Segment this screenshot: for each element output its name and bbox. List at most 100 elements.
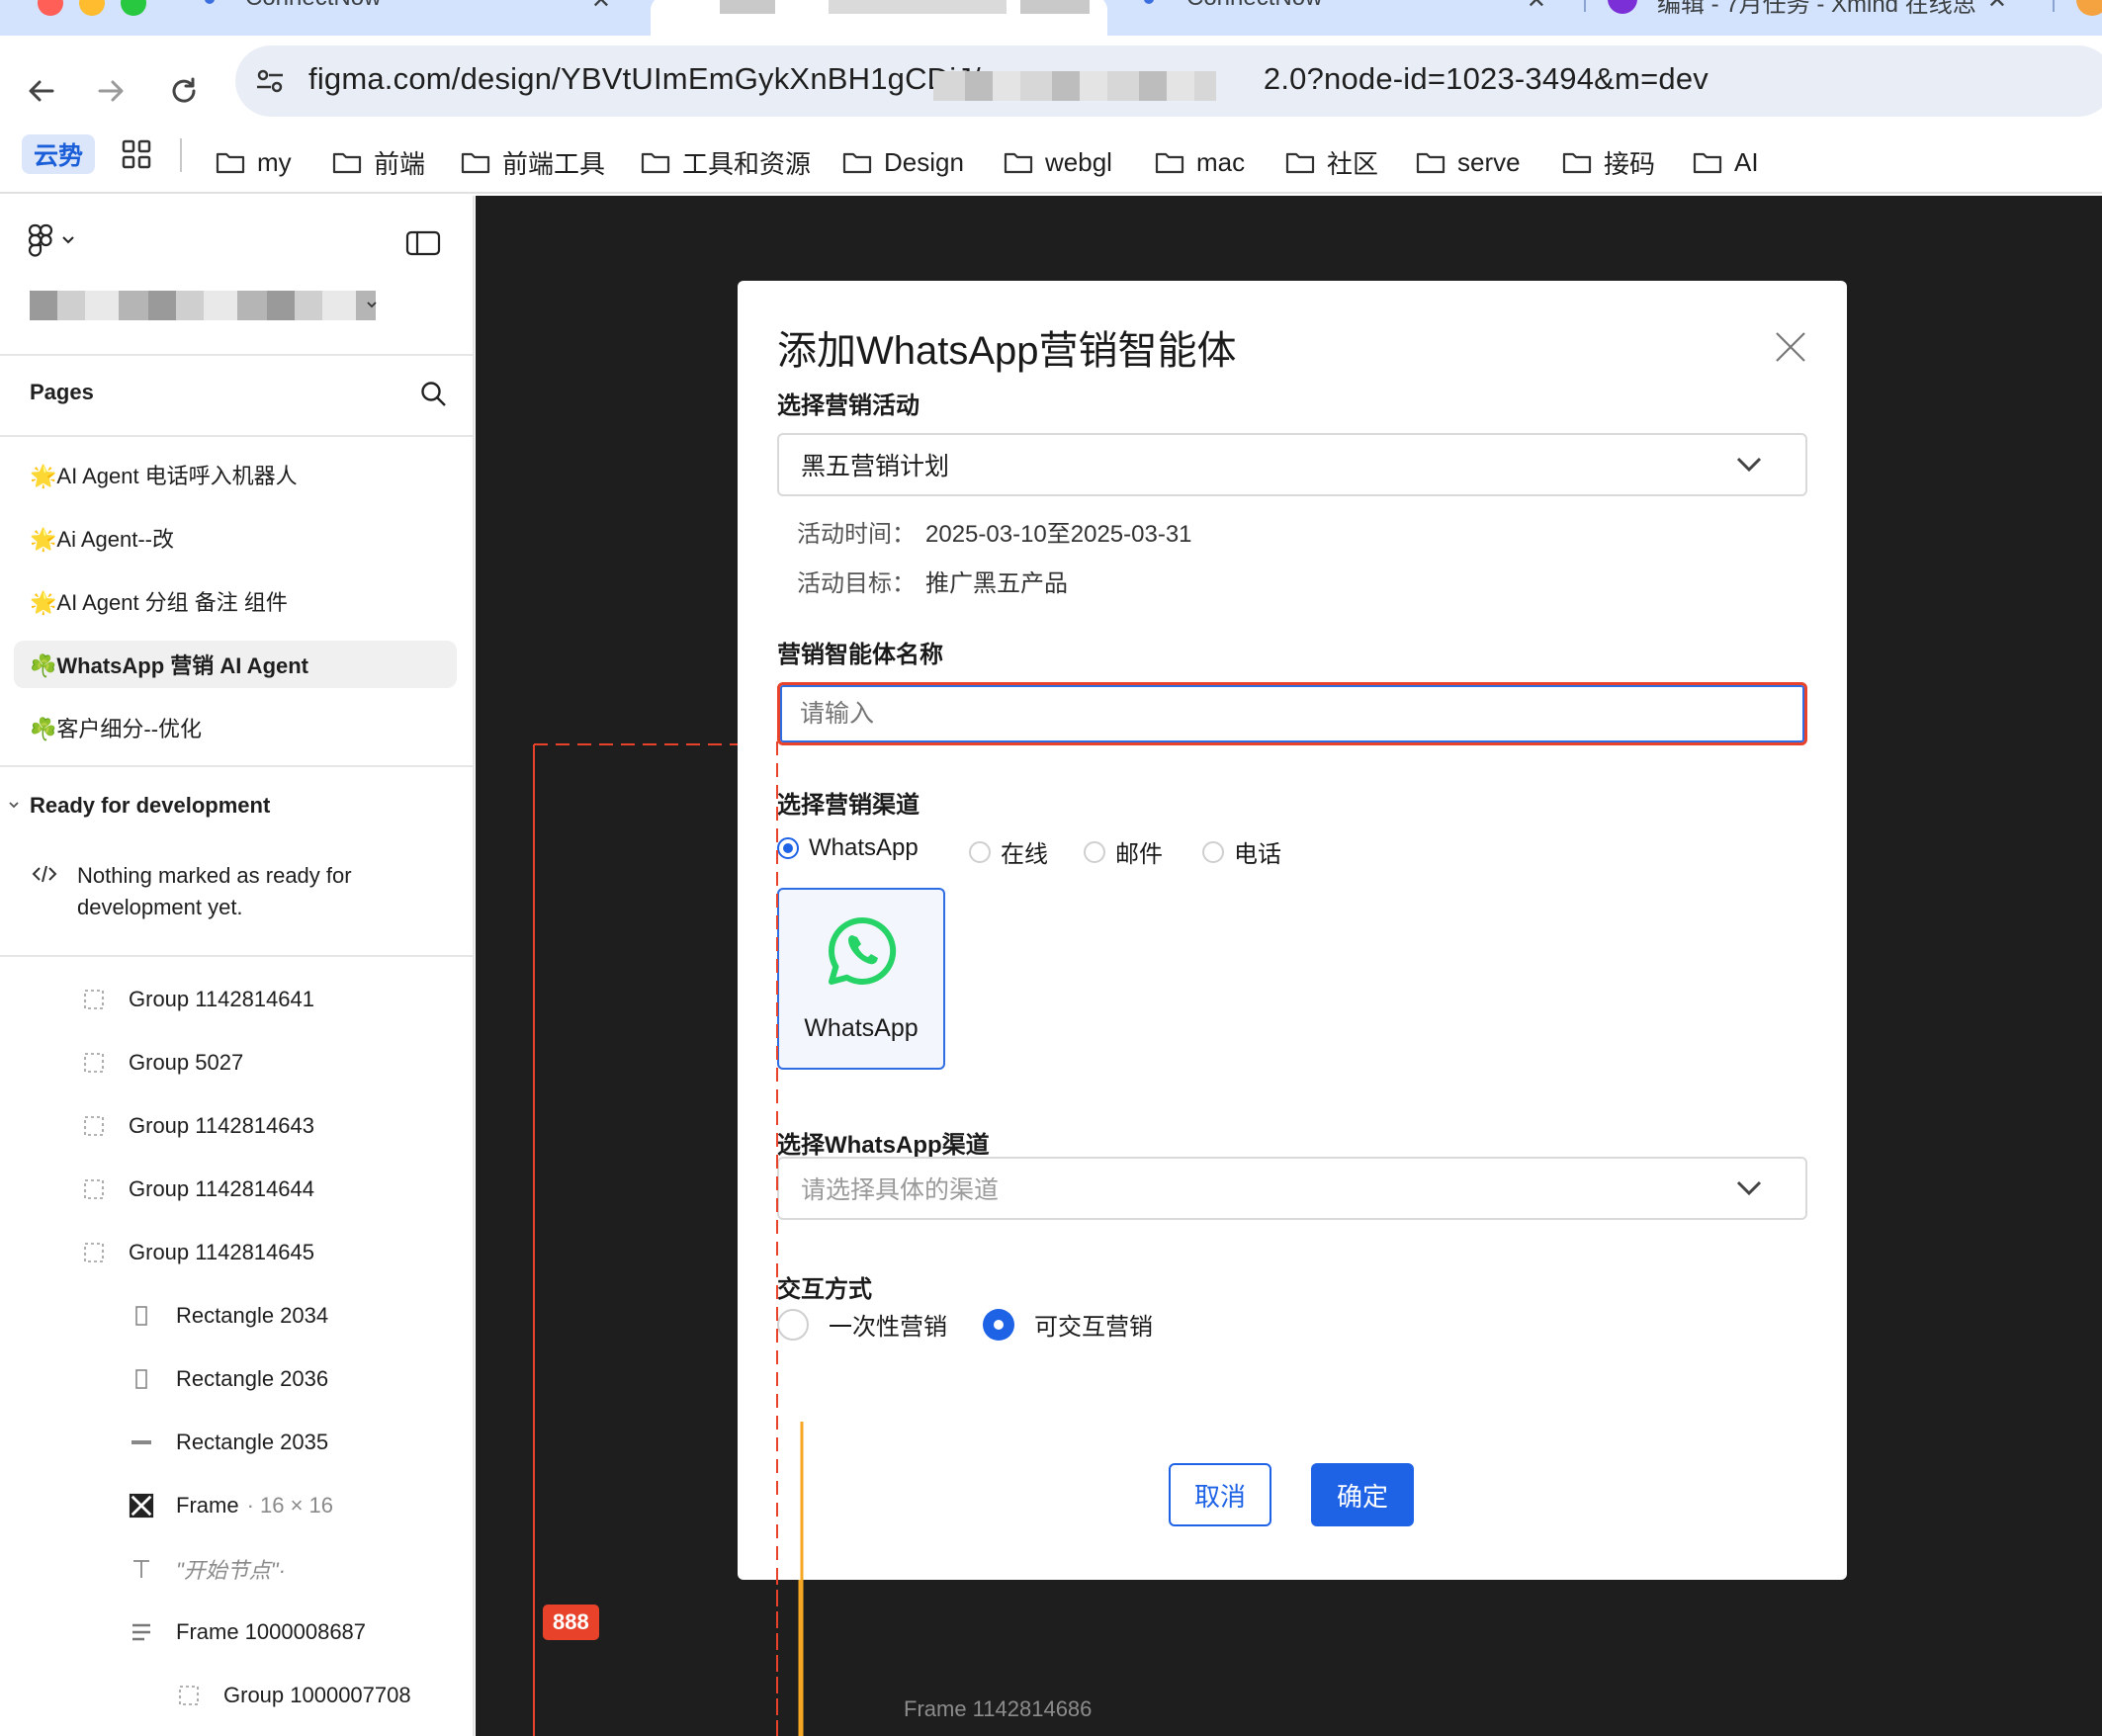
layer-item[interactable]: Group 1000007708 bbox=[176, 1674, 411, 1717]
bookmark-folder[interactable]: Design bbox=[842, 138, 964, 186]
radio-label: 邮件 bbox=[1115, 841, 1163, 868]
modal-close-button[interactable] bbox=[1774, 330, 1807, 364]
bookmark-folder[interactable]: 前端工具 bbox=[461, 138, 605, 186]
radio-button[interactable] bbox=[983, 1308, 1014, 1341]
agent-name-input[interactable] bbox=[777, 682, 1807, 745]
browser-tab[interactable]: ConnectNow ✕ bbox=[1111, 0, 1570, 36]
reload-button[interactable] bbox=[156, 63, 212, 119]
measurement-overlay bbox=[800, 1422, 804, 1736]
layer-item[interactable]: Group 1142814641 bbox=[81, 978, 314, 1021]
figma-favicon-icon bbox=[672, 0, 692, 10]
folder-icon bbox=[216, 150, 245, 174]
bookmark-folder[interactable]: my bbox=[216, 138, 292, 186]
bookmark-folder[interactable]: AI bbox=[1693, 138, 1759, 186]
layer-item[interactable]: Group 1142814645 bbox=[81, 1231, 314, 1274]
figma-menu-button[interactable] bbox=[28, 223, 87, 257]
layer-name: Frame 1000008687 bbox=[176, 1619, 367, 1644]
activity-goal: 活动目标： 推广黑五产品 bbox=[797, 564, 1068, 598]
folder-icon bbox=[842, 150, 872, 174]
channel-radio-option[interactable]: 在线 bbox=[969, 834, 1048, 869]
site-settings-icon[interactable] bbox=[253, 63, 289, 99]
redacted-url-segment bbox=[933, 71, 1216, 101]
tab-close-icon[interactable]: ✕ bbox=[591, 0, 611, 15]
page-item[interactable]: 智能质检 - 加分学 bbox=[14, 437, 457, 447]
bookmark-app-yunshi[interactable]: 云势 bbox=[22, 134, 96, 174]
layer-name: Group 1142814643 bbox=[129, 1113, 314, 1138]
profile-avatar[interactable] bbox=[2076, 0, 2102, 16]
radio-button[interactable] bbox=[969, 840, 991, 863]
layer-item[interactable]: Rectangle 2036 bbox=[129, 1357, 328, 1401]
bookmark-folder[interactable]: 工具和资源 bbox=[641, 138, 811, 186]
bookmark-folder[interactable]: 接码 bbox=[1562, 138, 1655, 186]
layer-item[interactable]: Rectangle 2035 bbox=[129, 1421, 328, 1464]
toggle-sidebar-button[interactable] bbox=[405, 229, 441, 257]
radio-button[interactable] bbox=[777, 837, 799, 859]
chevron-down-icon bbox=[367, 302, 377, 308]
zoom-window-button[interactable] bbox=[121, 0, 146, 16]
layer-name: Group 1142814641 bbox=[129, 987, 314, 1011]
minimize-window-button[interactable] bbox=[79, 0, 105, 16]
layer-item[interactable]: Frame 1000008687 bbox=[129, 1610, 366, 1654]
layer-name: Rectangle 2035 bbox=[176, 1430, 329, 1454]
layer-item[interactable]: Group 1142814644 bbox=[81, 1168, 314, 1211]
bookmark-folder[interactable]: serve bbox=[1416, 138, 1521, 186]
redacted-file-name bbox=[30, 291, 376, 320]
frame-label[interactable]: Frame 1142814686 bbox=[904, 1696, 1092, 1722]
page-item[interactable]: ☘️WhatsApp 营销 AI Agent bbox=[14, 641, 457, 688]
folder-icon bbox=[1416, 150, 1445, 174]
layer-item[interactable]: "开始节点"· bbox=[129, 1547, 286, 1591]
bookmark-label: Design bbox=[884, 146, 964, 177]
browser-tab[interactable]: ConnectNow ✕ bbox=[178, 0, 633, 36]
channel-radio-option[interactable]: WhatsApp bbox=[777, 834, 919, 862]
close-window-button[interactable] bbox=[38, 0, 63, 16]
radio-button[interactable] bbox=[1202, 840, 1224, 863]
search-pages-button[interactable] bbox=[419, 380, 447, 407]
folder-icon bbox=[332, 150, 362, 174]
channel-radio-option[interactable]: 电话 bbox=[1202, 834, 1281, 869]
page-item[interactable]: ☘️客户细分--优化 bbox=[14, 704, 457, 751]
bookmark-label: mac bbox=[1196, 146, 1246, 177]
page-item[interactable]: 🌟AI Agent 分组 备注 组件 bbox=[14, 577, 457, 625]
tab-close-icon[interactable]: ✕ bbox=[1527, 0, 1546, 15]
whatsapp-channel-select[interactable]: 请选择具体的渠道 bbox=[777, 1157, 1807, 1220]
ready-empty-text: Nothing marked as ready for development … bbox=[77, 860, 352, 923]
page-item[interactable]: 🌟AI Agent 电话呼入机器人 bbox=[14, 451, 457, 498]
bookmark-folder[interactable]: 前端 bbox=[332, 138, 425, 186]
bookmark-folder[interactable]: 社区 bbox=[1285, 138, 1378, 186]
redacted-tab-title bbox=[720, 0, 775, 14]
whatsapp-card-label: WhatsApp bbox=[804, 1014, 919, 1042]
channel-radio-option[interactable]: 邮件 bbox=[1084, 834, 1163, 869]
layer-item[interactable]: Frame · 16 × 16 bbox=[129, 1484, 333, 1527]
interaction-radio-option[interactable]: 一次性营销 bbox=[777, 1307, 947, 1342]
layer-item[interactable]: Group 5027 bbox=[81, 1041, 243, 1085]
channel-label: 选择营销渠道 bbox=[777, 792, 920, 819]
cancel-button[interactable]: 取消 bbox=[1169, 1463, 1271, 1526]
radio-label: WhatsApp bbox=[809, 834, 919, 861]
page-item[interactable]: 🌟Ai Agent--改 bbox=[14, 514, 457, 562]
layer-item[interactable]: Rectangle 2034 bbox=[129, 1294, 328, 1338]
bookmark-folder[interactable]: webgl bbox=[1004, 138, 1112, 186]
apps-grid-icon[interactable] bbox=[121, 138, 152, 170]
radio-button[interactable] bbox=[777, 1308, 809, 1341]
agent-name-label: 营销智能体名称 bbox=[777, 642, 943, 668]
interaction-label: 交互方式 bbox=[777, 1276, 872, 1303]
layer-item[interactable]: Group 1142814643 bbox=[81, 1104, 314, 1148]
modal-title: 添加WhatsApp营销智能体 bbox=[777, 329, 1237, 373]
browser-tab-active[interactable] bbox=[651, 0, 1107, 36]
browser-tab-bar: ConnectNow ✕ ConnectNow ✕ 编辑 - 7月任务 - Xm… bbox=[0, 0, 2102, 36]
tab-close-icon[interactable]: ✕ bbox=[1987, 0, 2007, 15]
confirm-button[interactable]: 确定 bbox=[1311, 1463, 1414, 1526]
activity-goal-value: 推广黑五产品 bbox=[925, 570, 1068, 597]
url-main: figma.com/design/YBVtUImEmGykXnBH1gCDjJ/ bbox=[308, 61, 981, 96]
activity-time-value: 2025-03-10至2025-03-31 bbox=[925, 521, 1192, 548]
interaction-radio-option[interactable]: 可交互营销 bbox=[983, 1307, 1153, 1342]
campaign-select[interactable]: 黑五营销计划 bbox=[777, 433, 1807, 496]
back-button[interactable] bbox=[14, 63, 69, 119]
forward-button[interactable] bbox=[83, 63, 138, 119]
bookmark-folder[interactable]: mac bbox=[1155, 138, 1245, 186]
radio-button[interactable] bbox=[1084, 840, 1105, 863]
line-icon bbox=[129, 1430, 154, 1455]
browser-tab[interactable]: 编辑 - 7月任务 - Xmind 在线思 ✕ bbox=[1592, 0, 2047, 36]
ready-for-development-title[interactable]: Ready for development bbox=[30, 793, 270, 819]
whatsapp-channel-card[interactable]: WhatsApp bbox=[777, 888, 945, 1070]
